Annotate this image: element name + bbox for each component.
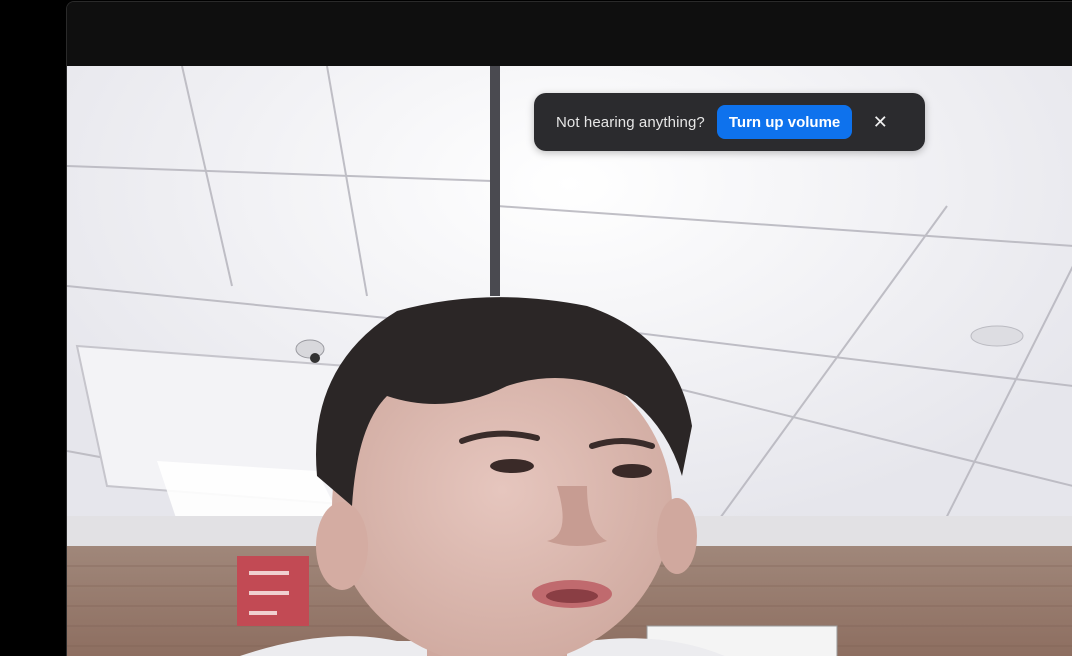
- video-frame: [67, 66, 1072, 656]
- audio-notification-toast: Not hearing anything? Turn up volume ✕: [534, 93, 925, 151]
- notification-message: Not hearing anything?: [556, 113, 705, 131]
- close-icon[interactable]: ✕: [870, 112, 890, 132]
- meeting-window: Not hearing anything? Turn up volume ✕: [66, 1, 1072, 656]
- turn-up-volume-button[interactable]: Turn up volume: [716, 105, 853, 139]
- title-bar: [67, 2, 1072, 66]
- participant-video: Not hearing anything? Turn up volume ✕: [67, 66, 1072, 656]
